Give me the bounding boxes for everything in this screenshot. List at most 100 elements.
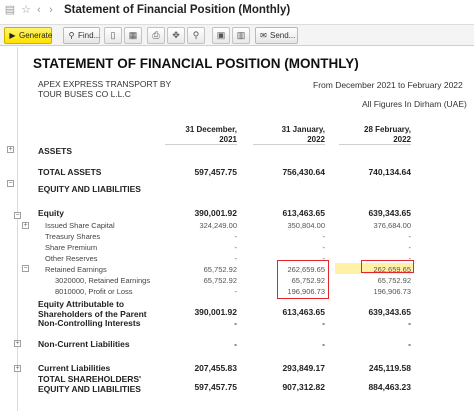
column-header-feb-2022: 28 February, 2022 xyxy=(364,125,411,144)
binoculars-icon: ⚲ xyxy=(68,31,75,40)
report-title: STATEMENT OF FINANCIAL POSITION (MONTHLY… xyxy=(33,56,359,71)
column-divider xyxy=(253,144,325,145)
back-arrow-icon[interactable]: ‹ xyxy=(33,4,45,16)
layout-icon: ▣ xyxy=(216,30,226,40)
cell-issued-capital-dec: 324,249.00 xyxy=(199,221,237,230)
cell-cl-feb: 245,119.58 xyxy=(368,363,411,373)
excel-icon: ▦ xyxy=(128,30,138,40)
cell-ncl-feb: - xyxy=(408,339,411,349)
cell-cl-jan: 293,849.17 xyxy=(282,363,325,373)
play-icon: ▶ xyxy=(9,31,16,40)
cell-treasury-jan: - xyxy=(322,232,326,241)
figures-note: All Figures In Dirham (UAE) xyxy=(362,99,467,109)
grid-icon[interactable]: ▤ xyxy=(4,4,16,16)
cell-nci-jan: - xyxy=(322,318,325,328)
expand-toggle[interactable]: + xyxy=(14,365,21,372)
forward-arrow-icon[interactable]: › xyxy=(45,4,57,16)
row-label-current-liabilities: Current Liabilities xyxy=(38,363,111,373)
column-header-jan-2022: 31 January, 2022 xyxy=(281,125,325,144)
row-label-total-assets: TOTAL ASSETS xyxy=(38,167,102,177)
cell-equity-feb: 639,343.65 xyxy=(368,208,411,218)
collapse-toggle[interactable]: − xyxy=(22,265,29,272)
row-label-retained-earnings: Retained Earnings xyxy=(45,265,107,274)
row-label-3020000: 3020000, Retained Earnings xyxy=(55,276,151,285)
row-label-treasury-shares: Treasury Shares xyxy=(45,232,101,241)
cell-retained-dec: 65,752.92 xyxy=(203,265,237,274)
cell-equity-dec: 390,001.92 xyxy=(194,208,237,218)
cell-nci-feb: - xyxy=(408,318,411,328)
row-label-non-current-liabilities: Non-Current Liabilities xyxy=(38,339,130,349)
report-area: STATEMENT OF FINANCIAL POSITION (MONTHLY… xyxy=(0,47,474,411)
cell-equity-attrib-feb: 639,343.65 xyxy=(368,307,411,317)
page-setup-button[interactable]: ▯ xyxy=(104,27,122,44)
cell-premium-feb: - xyxy=(408,243,412,252)
generate-button[interactable]: ▶ Generate xyxy=(4,27,52,44)
cell-reserves-dec: - xyxy=(234,254,238,263)
export-excel-button[interactable]: ▦ xyxy=(124,27,142,44)
chart-button[interactable]: ▥ xyxy=(232,27,250,44)
row-label-non-controlling: Non-Controlling Interests xyxy=(38,318,141,328)
row-label-equity-attributable: Equity Attributable to Shareholders of t… xyxy=(38,299,147,319)
tree-gutter-line xyxy=(17,47,18,411)
cell-3020000-feb: 65,752.92 xyxy=(377,276,411,285)
report-toolbar: ▶ Generate ⚲ Find... ▯ ▦ ⎙ ✥ ⚲ ▣ ▥ ✉ Send..… xyxy=(0,24,474,46)
cell-total-assets-feb: 740,134.64 xyxy=(368,167,411,177)
cell-total-el-feb: 884,463.23 xyxy=(368,382,411,392)
cell-equity-jan: 613,463.65 xyxy=(282,208,325,218)
cell-issued-capital-jan: 350,804.00 xyxy=(287,221,325,230)
row-label-assets: ASSETS xyxy=(38,146,73,156)
cell-total-assets-dec: 597,457.75 xyxy=(194,167,237,177)
expand-toggle[interactable]: + xyxy=(7,146,14,153)
row-label-issued-share-capital: Issued Share Capital xyxy=(45,221,115,230)
page-setup-icon: ▯ xyxy=(110,30,116,40)
row-label-share-premium: Share Premium xyxy=(45,243,98,252)
favorite-star-icon[interactable]: ☆ xyxy=(20,4,32,16)
collapse-toggle[interactable]: − xyxy=(14,212,21,219)
cell-total-el-jan: 907,312.82 xyxy=(282,382,325,392)
find-button[interactable]: ⚲ Find... xyxy=(63,27,100,44)
navigate-button[interactable]: ✥ xyxy=(167,27,185,44)
column-divider xyxy=(165,144,237,145)
row-label-other-reserves: Other Reserves xyxy=(45,254,98,263)
cell-total-el-dec: 597,457.75 xyxy=(194,382,237,392)
print-button[interactable]: ⎙ xyxy=(147,27,165,44)
column-header-dec-2021: 31 December, 2021 xyxy=(185,125,237,144)
cell-ncl-dec: - xyxy=(234,339,237,349)
send-button[interactable]: ✉ Send... xyxy=(255,27,298,44)
zoom-button[interactable]: ⚲ xyxy=(187,27,205,44)
chart-icon: ▥ xyxy=(236,30,246,40)
cell-8010000-dec: - xyxy=(234,287,238,296)
envelope-icon: ✉ xyxy=(260,31,267,40)
cell-8010000-feb: 196,906.73 xyxy=(373,287,411,296)
cell-treasury-feb: - xyxy=(408,232,412,241)
move-arrows-icon: ✥ xyxy=(172,30,180,40)
report-period: From December 2021 to February 2022 xyxy=(313,80,463,90)
row-label-8010000: 8010000, Profit or Loss xyxy=(55,287,133,296)
expand-toggle[interactable]: + xyxy=(14,340,21,347)
company-name-line2: TOUR BUSES CO L.L.C xyxy=(38,89,131,99)
row-label-equity-liabilities: EQUITY AND LIABILITIES xyxy=(38,184,141,194)
window-title: Statement of Financial Position (Monthly… xyxy=(64,4,291,16)
cell-3020000-dec: 65,752.92 xyxy=(203,276,237,285)
layout-button[interactable]: ▣ xyxy=(212,27,230,44)
magnifier-icon: ⚲ xyxy=(192,30,200,40)
collapse-toggle[interactable]: − xyxy=(7,180,14,187)
cell-treasury-dec: - xyxy=(234,232,238,241)
row-label-total-equity-liabilities: TOTAL SHAREHOLDERS' EQUITY AND LIABILITI… xyxy=(38,374,142,394)
cell-cl-dec: 207,455.83 xyxy=(194,363,237,373)
expand-toggle[interactable]: + xyxy=(22,222,29,229)
column-divider xyxy=(339,144,411,145)
row-label-equity: Equity xyxy=(38,208,64,218)
cell-premium-dec: - xyxy=(234,243,238,252)
highlight-box-jan xyxy=(277,260,329,299)
company-name-line1: APEX EXPRESS TRANSPORT BY xyxy=(38,79,172,89)
cell-nci-dec: - xyxy=(234,318,237,328)
cell-premium-jan: - xyxy=(322,243,326,252)
window-title-bar: ▤ ☆ ‹ › Statement of Financial Position … xyxy=(0,0,474,22)
cell-issued-capital-feb: 376,684.00 xyxy=(373,221,411,230)
cell-equity-attrib-dec: 390,001.92 xyxy=(194,307,237,317)
cell-equity-attrib-jan: 613,463.65 xyxy=(282,307,325,317)
cell-total-assets-jan: 756,430.64 xyxy=(282,167,325,177)
printer-icon: ⎙ xyxy=(152,30,160,40)
cell-ncl-jan: - xyxy=(322,339,325,349)
